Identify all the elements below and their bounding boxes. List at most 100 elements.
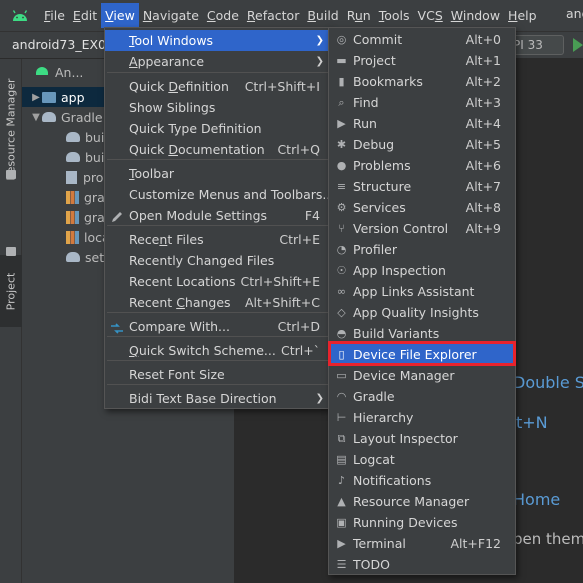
view-menu-compare-with[interactable]: Compare With... Ctrl+D — [105, 316, 330, 337]
menu-item-label: Commit — [353, 32, 403, 47]
chevron-down-icon[interactable]: ▼ — [30, 112, 42, 123]
view-menu-toolbar[interactable]: Toolbar — [105, 163, 330, 184]
view-menu-open-module-settings[interactable]: Open Module Settings F4 — [105, 205, 330, 226]
bug-icon: ✱ — [336, 138, 347, 151]
view-menu-customize-menus-and-toolbars[interactable]: Customize Menus and Toolbars... — [105, 184, 334, 205]
tool-window-todo[interactable]: ☰ TODO — [329, 554, 515, 575]
tool-window-profiler[interactable]: ◔ Profiler — [329, 239, 515, 260]
logcat-icon: ▤ — [336, 453, 347, 466]
menu-item-label: Appearance — [129, 54, 205, 69]
run-icon[interactable] — [573, 38, 583, 52]
menu-help[interactable]: Help — [504, 3, 541, 28]
menu-build[interactable]: Build — [303, 3, 342, 28]
menu-navigate[interactable]: Navigate — [139, 3, 203, 28]
menu-item-label: Reset Font Size — [129, 367, 225, 382]
shortcut-label: Alt+2 — [465, 74, 501, 89]
view-menu-show-siblings[interactable]: Show Siblings — [105, 97, 330, 118]
menu-file[interactable]: File — [40, 3, 69, 28]
tool-window-device-manager[interactable]: ▭ Device Manager — [329, 365, 515, 386]
menu-run[interactable]: Run — [343, 3, 375, 28]
tool-window-running-devices[interactable]: ▣ Running Devices — [329, 512, 515, 533]
menu-item-label: App Links Assistant — [353, 284, 475, 299]
tool-window-services[interactable]: ⚙ Services Alt+8 — [329, 197, 515, 218]
tool-window-run[interactable]: ▶ Run Alt+4 — [329, 113, 515, 134]
project-tab[interactable]: Project — [0, 255, 22, 327]
tool-windows-submenu: ◎ Commit Alt+0 ▬ Project Alt+1 ▮ Bookmarks Alt+2… — [328, 27, 516, 575]
menu-item-label: Open Module Settings — [129, 208, 268, 223]
menu-item-label: Problems — [353, 158, 411, 173]
tool-window-commit[interactable]: ◎ Commit Alt+0 — [329, 29, 515, 50]
menu-edit[interactable]: Edit — [69, 3, 101, 28]
tool-window-notifications[interactable]: ♪ Notifications — [329, 470, 515, 491]
shortcut-label: Alt+4 — [465, 116, 501, 131]
tool-window-resource-manager[interactable]: ▲ Resource Manager — [329, 491, 515, 512]
menu-item-label: Logcat — [353, 452, 395, 467]
view-menu-quick-type-definition[interactable]: Quick Type Definition — [105, 118, 330, 139]
services-icon: ⚙ — [336, 201, 347, 214]
view-menu-appearance[interactable]: Appearance ❯ — [105, 51, 330, 72]
tool-window-terminal[interactable]: ▶ Terminal Alt+F12 — [329, 533, 515, 554]
view-menu-tool-windows[interactable]: Tool Windows ❯ — [105, 30, 330, 51]
view-menu-quick-switch-scheme[interactable]: Quick Switch Scheme... Ctrl+` — [105, 340, 330, 361]
view-menu-recent-files[interactable]: Recent Files Ctrl+E — [105, 229, 330, 250]
menu-code[interactable]: Code — [203, 3, 243, 28]
terminal-icon: ▶ — [337, 537, 346, 550]
menu-vcs[interactable]: VCS — [414, 3, 447, 28]
view-menu-recent-changes[interactable]: Recent Changes Alt+Shift+C — [105, 292, 330, 313]
tool-window-gradle[interactable]: ◠ Gradle — [329, 386, 515, 407]
view-menu-quick-definition[interactable]: Quick Definition Ctrl+Shift+I — [105, 76, 330, 97]
bookmark-icon: ▮ — [338, 75, 345, 88]
android-icon — [36, 67, 48, 75]
project-view-selector[interactable]: An... — [55, 65, 83, 80]
menu-item-label: Quick Definition — [129, 79, 229, 94]
tool-window-structure[interactable]: ≡ Structure Alt+7 — [329, 176, 515, 197]
menu-tools[interactable]: Tools — [375, 3, 414, 28]
tool-window-layout-inspector[interactable]: ⧉ Layout Inspector — [329, 428, 515, 449]
resource-manager-icon — [6, 170, 16, 179]
menu-item-label: Structure — [353, 179, 412, 194]
view-menu-recently-changed-files[interactable]: Recently Changed Files — [105, 250, 330, 271]
shortcut-label: Ctrl+Shift+I — [244, 79, 320, 94]
view-menu-reset-font-size[interactable]: Reset Font Size — [105, 364, 330, 385]
running-devices-icon: ▣ — [336, 516, 347, 529]
tool-window-app-links-assistant[interactable]: ∞ App Links Assistant — [329, 281, 515, 302]
tool-window-problems[interactable]: ● Problems Alt+6 — [329, 155, 515, 176]
tool-window-logcat[interactable]: ▤ Logcat — [329, 449, 515, 470]
bars-icon — [66, 230, 79, 244]
tool-window-project[interactable]: ▬ Project Alt+1 — [329, 50, 515, 71]
hierarchy-icon: ⊢ — [336, 411, 347, 424]
tool-window-device-file-explorer[interactable]: ▯ Device File Explorer — [329, 344, 515, 365]
menu-item-label: Services — [353, 200, 406, 215]
project-folder-icon — [6, 247, 16, 256]
tool-window-version-control[interactable]: ⑂ Version Control Alt+9 — [329, 218, 515, 239]
menu-window[interactable]: Window — [447, 3, 504, 28]
tool-window-bookmarks[interactable]: ▮ Bookmarks Alt+2 — [329, 71, 515, 92]
tool-window-build-variants[interactable]: ◓ Build Variants — [329, 323, 515, 344]
menu-view[interactable]: View — [101, 3, 139, 28]
project-title[interactable]: android73_EX01 — [12, 37, 114, 52]
todo-icon: ☰ — [336, 558, 347, 571]
file-icon — [66, 170, 77, 184]
shortcut-label: Ctrl+D — [277, 319, 320, 334]
view-menu-quick-documentation[interactable]: Quick Documentation Ctrl+Q — [105, 139, 330, 160]
chevron-right-icon[interactable]: ▶ — [30, 92, 42, 103]
tool-window-app-inspection[interactable]: ☉ App Inspection — [329, 260, 515, 281]
shortcut-label: Alt+8 — [465, 200, 501, 215]
shortcut-label: Alt+6 — [465, 158, 501, 173]
menu-item-label: Project — [353, 53, 396, 68]
tool-window-debug[interactable]: ✱ Debug Alt+5 — [329, 134, 515, 155]
warning-icon: ● — [336, 159, 347, 172]
menu-refactor[interactable]: Refactor — [243, 3, 303, 28]
menu-item-label: TODO — [353, 557, 390, 572]
gradle-icon — [66, 152, 80, 162]
shortcut-label: Alt+Shift+C — [244, 295, 320, 310]
menu-item-label: Running Devices — [353, 515, 458, 530]
tool-window-find[interactable]: ⌕ Find Alt+3 — [329, 92, 515, 113]
hint-search-everywhere: Double Sh — [513, 373, 583, 392]
tool-window-hierarchy[interactable]: ⊢ Hierarchy — [329, 407, 515, 428]
view-menu-bidi-text-base-direction[interactable]: Bidi Text Base Direction ❯ — [105, 388, 330, 409]
shortcut-label: Alt+9 — [465, 221, 501, 236]
tool-window-app-quality-insights[interactable]: ◇ App Quality Insights — [329, 302, 515, 323]
view-menu-recent-locations[interactable]: Recent Locations Ctrl+Shift+E — [105, 271, 330, 292]
layout-inspector-icon: ⧉ — [337, 432, 346, 445]
